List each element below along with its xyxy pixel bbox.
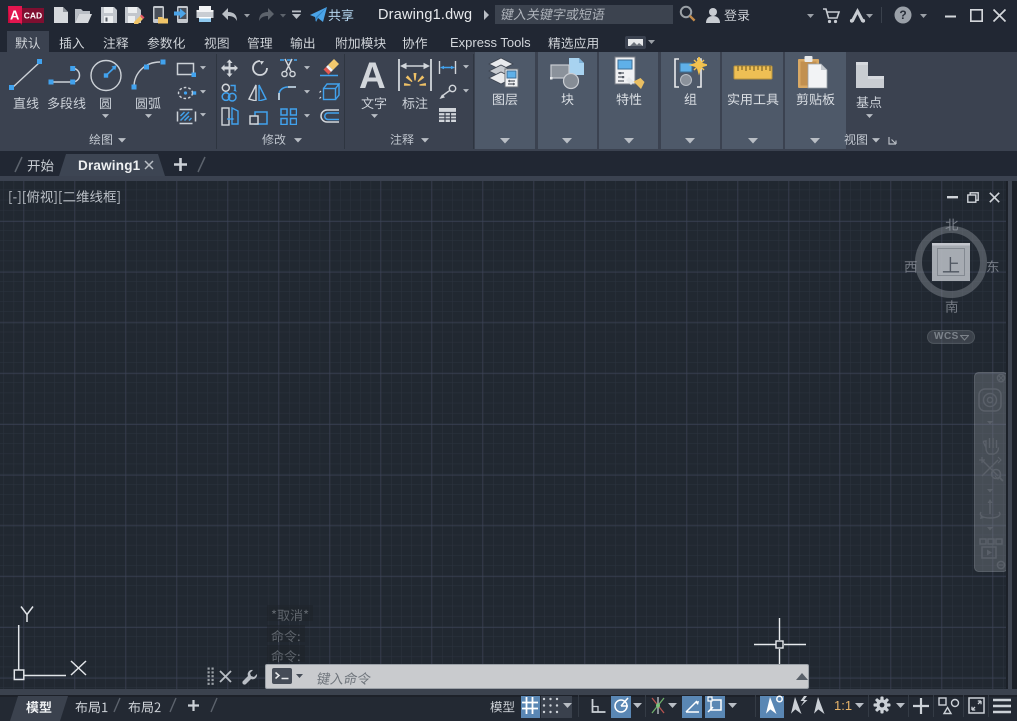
svg-text:?: ?: [899, 8, 906, 22]
svg-text:A: A: [10, 8, 20, 23]
svg-text:CAD: CAD: [24, 11, 42, 21]
